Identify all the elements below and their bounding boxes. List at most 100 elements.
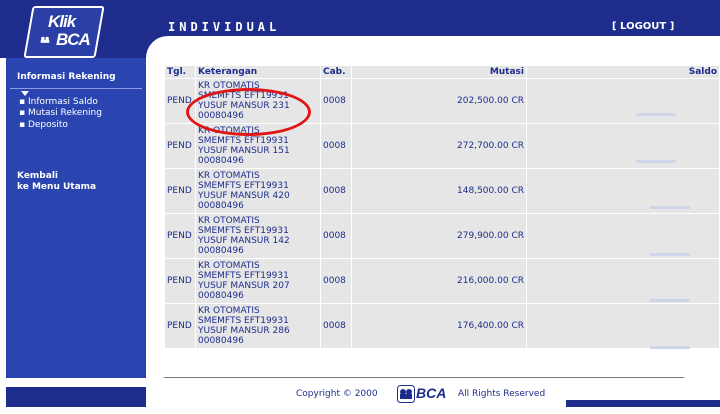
redacted-balance [636, 160, 676, 163]
desc-line: YUSUF MANSUR 142 [198, 236, 290, 246]
desc-line: SMEMFTS EFT19931 [198, 181, 289, 191]
row-balance [527, 124, 719, 168]
row-date: PEND [165, 259, 195, 303]
desc-line: SMEMFTS EFT19931 [198, 226, 289, 236]
col-amount-header: Mutasi [352, 66, 526, 78]
back-to-main-menu-link[interactable]: Kembali ke Menu Utama [17, 171, 96, 193]
row-desc: KR OTOMATIS SMEMFTS EFT19931 YUSUF MANSUR … [196, 169, 320, 213]
logo-text-klik: Klik [48, 12, 76, 31]
row-amount: 202,500.00 CR [352, 79, 526, 123]
row-date: PEND [165, 214, 195, 258]
amount-value: 148,500.00 [457, 186, 509, 196]
amount-value: 202,500.00 [457, 96, 509, 106]
desc-line: KR OTOMATIS [198, 261, 260, 271]
table-row: PEND KR OTOMATIS SMEMFTS EFT19931 YUSUF MA… [165, 304, 719, 348]
table-header-row: Tgl. Keterangan Cab. Mutasi Saldo [165, 66, 719, 78]
sidebar-item-label: Deposito [27, 120, 68, 130]
table-row: PEND KR OTOMATIS SMEMFTS EFT19931 YUSUF MA… [165, 259, 719, 303]
amount-type: CR [511, 231, 524, 241]
sidebar-section-title[interactable]: Informasi Rekening [17, 72, 116, 82]
row-desc: KR OTOMATIS SMEMFTS EFT19931 YUSUF MANSUR … [196, 124, 320, 168]
row-amount: 176,400.00 CR [352, 304, 526, 348]
desc-line: 00080496 [198, 156, 244, 166]
sidebar-item-label: Mutasi Rekening [27, 108, 102, 118]
table-row: PEND KR OTOMATIS SMEMFTS EFT19931 YUSUF MA… [165, 169, 719, 213]
redacted-balance [650, 346, 690, 349]
logo-text-bca: BCA [56, 30, 91, 49]
transaction-table: Tgl. Keterangan Cab. Mutasi Saldo PEND K… [164, 65, 720, 349]
desc-line: YUSUF MANSUR 207 [198, 281, 290, 291]
sidebar-divider [10, 88, 142, 89]
table-body: PEND KR OTOMATIS SMEMFTS EFT19931 YUSUF MA… [165, 79, 719, 348]
back-link-line1: Kembali [17, 171, 58, 181]
sidebar-item-label: Informasi Saldo [27, 97, 98, 107]
desc-line: YUSUF MANSUR 286 [198, 326, 290, 336]
row-balance [527, 79, 719, 123]
desc-line: KR OTOMATIS [198, 216, 260, 226]
row-desc: KR OTOMATIS SMEMFTS EFT19931 YUSUF MANSUR … [196, 79, 320, 123]
row-desc: KR OTOMATIS SMEMFTS EFT19931 YUSUF MANSUR … [196, 214, 320, 258]
amount-value: 176,400.00 [457, 321, 509, 331]
amount-type: CR [511, 276, 524, 286]
row-amount: 148,500.00 CR [352, 169, 526, 213]
col-date-header: Tgl. [165, 66, 195, 78]
footer-sidebar-bar [6, 387, 146, 407]
row-amount: 279,900.00 CR [352, 214, 526, 258]
redacted-balance [636, 113, 676, 116]
row-balance [527, 304, 719, 348]
col-desc-header: Keterangan [196, 66, 320, 78]
desc-line: SMEMFTS EFT19931 [198, 136, 289, 146]
amount-type: CR [511, 186, 524, 196]
row-branch: 0008 [321, 79, 351, 123]
desc-line: KR OTOMATIS [198, 171, 260, 181]
row-date: PEND [165, 124, 195, 168]
col-branch-header: Cab. [321, 66, 351, 78]
row-desc: KR OTOMATIS SMEMFTS EFT19931 YUSUF MANSUR … [196, 259, 320, 303]
desc-line: KR OTOMATIS [198, 81, 260, 91]
rights-reserved-text: All Rights Reserved [458, 389, 546, 399]
row-branch: 0008 [321, 124, 351, 168]
row-amount: 216,000.00 CR [352, 259, 526, 303]
row-branch: 0008 [321, 169, 351, 213]
desc-line: YUSUF MANSUR 231 [198, 101, 290, 111]
footer-right-bar [566, 400, 720, 407]
table-row: PEND KR OTOMATIS SMEMFTS EFT19931 YUSUF MA… [165, 214, 719, 258]
desc-line: 00080496 [198, 111, 244, 121]
sidebar-item-informasi-saldo[interactable]: ▪ Informasi Saldo [19, 97, 98, 107]
amount-value: 216,000.00 [457, 276, 509, 286]
redacted-balance [650, 299, 690, 302]
amount-type: CR [511, 141, 524, 151]
row-date: PEND [165, 304, 195, 348]
desc-line: 00080496 [198, 246, 244, 256]
table-row: PEND KR OTOMATIS SMEMFTS EFT19931 YUSUF MA… [165, 79, 719, 123]
transaction-table-wrapper: Tgl. Keterangan Cab. Mutasi Saldo PEND K… [164, 65, 720, 370]
bca-footer-logo-icon [397, 385, 415, 403]
row-balance [527, 169, 719, 213]
logout-link[interactable]: [ LOGOUT ] [612, 21, 674, 32]
row-balance [527, 214, 719, 258]
row-date: PEND [165, 169, 195, 213]
sidebar-item-mutasi-rekening[interactable]: ▪ Mutasi Rekening [19, 108, 102, 118]
page-title: INDIVIDUAL [168, 20, 281, 34]
sidebar-item-deposito[interactable]: ▪ Deposito [19, 120, 68, 130]
amount-value: 279,900.00 [457, 231, 509, 241]
desc-line: YUSUF MANSUR 420 [198, 191, 290, 201]
desc-line: KR OTOMATIS [198, 306, 260, 316]
desc-line: KR OTOMATIS [198, 126, 260, 136]
table-bottom-rule [164, 377, 684, 378]
footer-logo-text: BCA [416, 385, 447, 401]
bca-mark-icon [40, 36, 50, 43]
back-link-line2: ke Menu Utama [17, 182, 97, 192]
col-balance-header: Saldo [527, 66, 719, 78]
row-desc: KR OTOMATIS SMEMFTS EFT19931 YUSUF MANSUR … [196, 304, 320, 348]
redacted-balance [650, 206, 690, 209]
copyright-text: Copyright © 2000 [296, 389, 378, 399]
triangle-down-icon [21, 91, 29, 96]
amount-type: CR [511, 96, 524, 106]
desc-line: 00080496 [198, 291, 244, 301]
row-amount: 272,700.00 CR [352, 124, 526, 168]
row-balance [527, 259, 719, 303]
row-date: PEND [165, 79, 195, 123]
amount-value: 272,700.00 [457, 141, 509, 151]
desc-line: 00080496 [198, 201, 244, 211]
